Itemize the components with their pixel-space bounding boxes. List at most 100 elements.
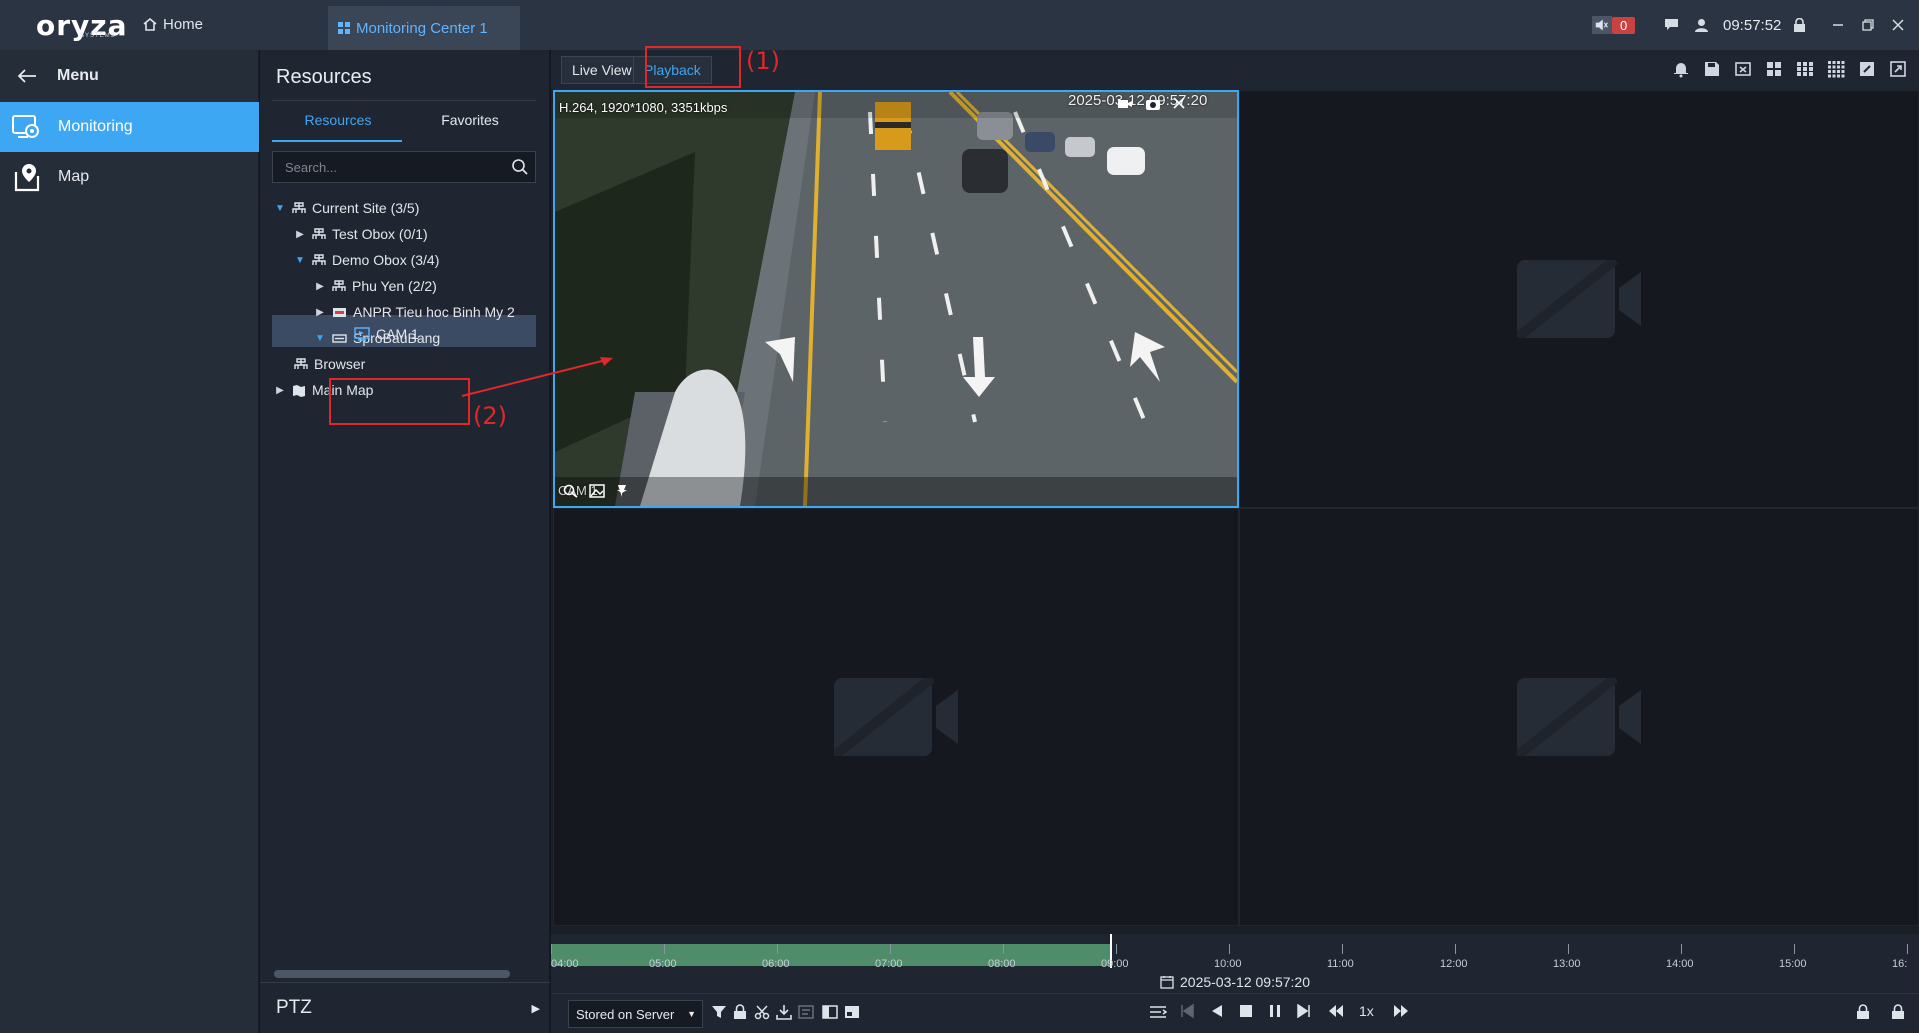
expand-arrow-icon[interactable]: ▶ — [274, 385, 286, 396]
zoom-icon[interactable] — [563, 484, 579, 498]
lock-button[interactable] — [1793, 14, 1806, 36]
tab-home[interactable]: Home — [143, 16, 203, 33]
sync-play-icon[interactable] — [1149, 1004, 1167, 1020]
menu-header[interactable]: Menu — [0, 50, 259, 102]
snapshot-icon[interactable] — [1145, 97, 1161, 111]
active-tab-indicator — [272, 140, 402, 142]
filter-icon[interactable] — [711, 1004, 727, 1020]
expand-arrow-icon[interactable]: ▶ — [314, 307, 326, 318]
tag-icon[interactable] — [798, 1004, 814, 1020]
speed-up-icon[interactable] — [1393, 1004, 1409, 1018]
user-icon — [1695, 18, 1708, 32]
close-all-icon[interactable] — [1734, 60, 1752, 78]
expand-arrow-icon[interactable]: ▼ — [274, 203, 286, 214]
tab-resources[interactable]: Resources — [272, 112, 404, 142]
storage-select[interactable]: Stored on Server ▼ — [568, 1000, 703, 1028]
window-sync-icon[interactable] — [844, 1004, 860, 1020]
ptz-label: PTZ — [276, 997, 312, 1018]
image-adjust-icon[interactable] — [589, 484, 605, 498]
tab-favorites[interactable]: Favorites — [404, 112, 536, 142]
video-cell-2[interactable] — [1239, 90, 1919, 508]
save-icon[interactable] — [1703, 60, 1721, 78]
tab-live-view[interactable]: Live View — [561, 56, 643, 84]
horizontal-scrollbar[interactable] — [274, 970, 510, 978]
ptz-panel-header[interactable]: PTZ ▶ — [260, 982, 550, 1033]
unlock-all-icon[interactable] — [1891, 1004, 1905, 1020]
timeline-tick-label: 11:00 — [1327, 958, 1354, 970]
recorder-icon — [332, 333, 347, 343]
tree-node-label: Current Site (3/5) — [312, 200, 420, 216]
restore-button[interactable] — [1862, 14, 1874, 36]
video-cell-1[interactable]: H.264, 1920*1080, 3351kbps 2025-03-12 09… — [553, 90, 1239, 508]
layout-2x2-icon[interactable] — [1765, 60, 1783, 78]
layout-4x4-icon[interactable] — [1827, 60, 1845, 78]
tab-monitoring-center[interactable]: Monitoring Center 1 — [328, 6, 520, 50]
layout-3x3-icon[interactable] — [1796, 60, 1814, 78]
lock-all-icon[interactable] — [1856, 1004, 1870, 1020]
stop-icon[interactable] — [1239, 1004, 1253, 1018]
timeline-tick-mark — [664, 944, 665, 954]
expand-arrow-icon[interactable]: ▼ — [314, 333, 326, 344]
menu-item-map[interactable]: Map — [0, 152, 259, 202]
search-icon[interactable] — [511, 158, 529, 176]
close-icon — [1892, 19, 1904, 31]
calendar-icon — [1160, 976, 1174, 989]
timeline-date-picker[interactable]: 2025-03-12 09:57:20 — [551, 974, 1919, 990]
download-icon[interactable] — [776, 1004, 792, 1020]
monitoring-icon — [12, 115, 39, 138]
tree-node-current-site[interactable]: ▼ Current Site (3/5) — [274, 195, 419, 221]
camera-icon — [354, 327, 370, 341]
main-menu: Menu Monitoring Map — [0, 50, 259, 1033]
timeline-tick-label: 09:00 — [1101, 958, 1129, 970]
timeline-tick-label: 15:00 — [1779, 958, 1807, 970]
pin-icon[interactable] — [615, 484, 629, 498]
reverse-play-icon[interactable] — [1210, 1004, 1224, 1018]
tab-home-label: Home — [163, 16, 204, 33]
tree-node-label: Test Obox (0/1) — [332, 226, 428, 242]
tree-node-test-obox[interactable]: ▶ Test Obox (0/1) — [294, 221, 428, 247]
tree-node-label: Demo Obox (3/4) — [332, 252, 440, 268]
pause-icon[interactable] — [1268, 1004, 1282, 1018]
message-button[interactable] — [1664, 14, 1679, 36]
tree-node-label: Phu Yen (2/2) — [352, 278, 437, 294]
annotation-box-playback — [645, 46, 741, 88]
video-cell-4[interactable] — [1239, 508, 1919, 926]
alarm-bell-icon[interactable] — [1672, 60, 1690, 78]
close-cell-icon[interactable] — [1173, 97, 1185, 109]
menu-item-monitoring[interactable]: Monitoring — [0, 102, 259, 152]
main-view-area: Live View Playback H.264, 1920*1080, 335… — [551, 50, 1919, 1033]
skip-start-icon[interactable] — [1180, 1004, 1194, 1018]
timeline-tick-mark — [1116, 944, 1117, 954]
tree-node-cam1[interactable]: CAM 1 — [354, 318, 419, 350]
edit-layout-icon[interactable] — [1858, 60, 1876, 78]
cut-icon[interactable] — [754, 1004, 770, 1020]
record-icon[interactable] — [1117, 97, 1133, 111]
video-cell-3[interactable] — [553, 508, 1239, 926]
close-button[interactable] — [1892, 14, 1904, 36]
playback-timeline[interactable]: 04:00 05:00 06:00 07:00 08:00 09:00 10:00 11:00… — [551, 934, 1919, 994]
timeline-tick-mark — [1794, 944, 1795, 954]
tree-node-phu-yen[interactable]: ▶ Phu Yen (2/2) — [314, 273, 437, 299]
playback-speed: 1x — [1359, 1003, 1374, 1019]
expand-arrow-icon[interactable]: ▼ — [294, 255, 306, 266]
timeline-tick-mark — [1455, 944, 1456, 954]
next-frame-icon[interactable] — [1297, 1004, 1311, 1018]
fullscreen-icon[interactable] — [1889, 60, 1907, 78]
tree-node-label: Browser — [314, 356, 366, 372]
lock-record-icon[interactable] — [733, 1004, 747, 1020]
alarm-sound[interactable]: 0 — [1592, 14, 1636, 36]
minimize-button[interactable] — [1832, 14, 1844, 36]
recording-segment — [551, 944, 1111, 966]
timeline-tick-mark — [1907, 944, 1908, 954]
user-button[interactable] — [1694, 14, 1709, 36]
search-box — [272, 151, 536, 183]
expand-arrow-icon[interactable]: ▶ — [294, 229, 306, 240]
resources-title: Resources — [276, 66, 372, 88]
search-input[interactable] — [285, 159, 505, 175]
expand-arrow-icon[interactable]: ▶ — [314, 281, 326, 292]
split-view-icon[interactable] — [822, 1004, 838, 1020]
menu-item-label: Monitoring — [58, 118, 133, 135]
tree-node-browser[interactable]: Browser — [294, 351, 365, 377]
slow-down-icon[interactable] — [1328, 1004, 1344, 1018]
tree-node-demo-obox[interactable]: ▼ Demo Obox (3/4) — [294, 247, 439, 273]
